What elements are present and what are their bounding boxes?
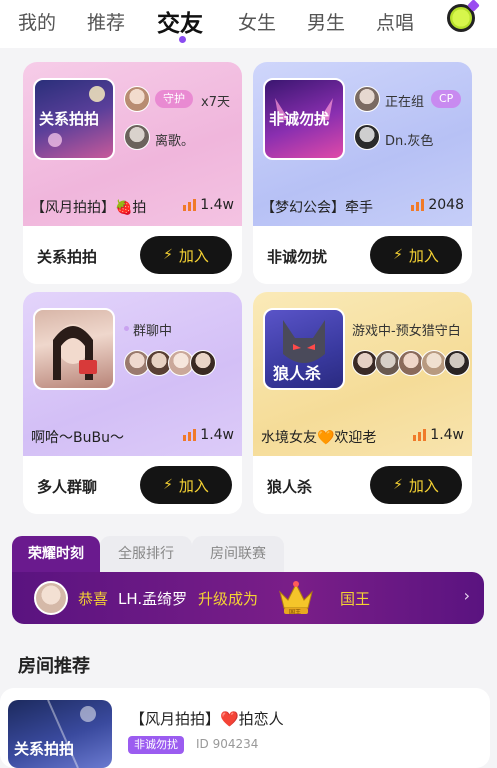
honor-announcement[interactable]: 恭喜 LH.孟绮罗 升级成为 国王 国王 › xyxy=(12,572,484,624)
member-avatar[interactable] xyxy=(354,124,380,150)
room-status: 游戏中-预女猎守白 xyxy=(352,324,461,339)
guard-duration: x7天 xyxy=(201,95,230,110)
heat-bars-icon xyxy=(413,429,427,441)
recommended-room-card[interactable]: 关系拍拍 【风月拍拍】❤️拍恋人 非诚勿扰 ID 904234 xyxy=(0,688,490,768)
member-avatar[interactable] xyxy=(444,350,470,376)
honor-section: 荣耀时刻 全服排行 房间联赛 恭喜 LH.孟绮罗 升级成为 国王 国王 › xyxy=(12,536,484,624)
room-status: 群聊中 xyxy=(133,324,173,339)
member-avatar[interactable] xyxy=(354,86,380,112)
cp-badge: CP xyxy=(431,90,462,108)
tab-make-friends[interactable]: 交友 xyxy=(157,4,203,38)
heat-bars-icon xyxy=(411,199,425,211)
heat-value: 1.4w xyxy=(200,427,234,443)
card-header-area: 狼人杀 游戏中-预女猎守白 水境女友🧡欢迎老 1.4w xyxy=(253,292,472,456)
user-avatar-button[interactable] xyxy=(447,4,475,32)
guard-badge: 守护 xyxy=(155,90,193,108)
room-cover: 关系拍拍 xyxy=(8,700,112,768)
congrats-text: 恭喜 xyxy=(78,590,109,608)
room-heat: 1.4w xyxy=(413,427,464,443)
room-title: 【风月拍拍】❤️拍恋人 xyxy=(130,710,284,728)
bolt-icon: ⚡ xyxy=(393,247,403,263)
section-title: 房间推荐 xyxy=(18,656,90,677)
tab-honor-moments[interactable]: 荣耀时刻 xyxy=(12,536,100,572)
cover-title: 非诚勿扰 xyxy=(269,110,330,128)
room-tag: 非诚勿扰 xyxy=(128,736,184,754)
tab-server-ranking[interactable]: 全服排行 xyxy=(100,536,192,572)
room-type: 关系拍拍 xyxy=(37,248,98,266)
room-type: 多人群聊 xyxy=(37,478,98,496)
heat-bars-icon xyxy=(183,429,197,441)
room-cover: 狼人杀 xyxy=(263,308,345,390)
room-name: 【风月拍拍】🍓拍 xyxy=(31,200,147,216)
room-type: 狼人杀 xyxy=(267,478,313,496)
crown-icon: 国王 xyxy=(276,578,316,616)
top-nav: 我的 推荐 交友 女生 男生 点唱 xyxy=(0,0,497,48)
join-button[interactable]: ⚡ 加入 xyxy=(370,236,462,274)
room-id: ID 904234 xyxy=(196,737,259,751)
heat-value: 2048 xyxy=(428,197,464,213)
active-tab-indicator xyxy=(179,36,186,43)
join-label: 加入 xyxy=(178,246,209,265)
tab-boys[interactable]: 男生 xyxy=(307,8,345,35)
join-label: 加入 xyxy=(178,476,209,495)
upgrade-text: 升级成为 xyxy=(198,590,259,608)
room-cover xyxy=(33,308,115,390)
card-footer: 关系拍拍 ⚡ 加入 xyxy=(23,226,242,284)
crown-label: 国王 xyxy=(289,609,302,616)
card-footer: 非诚勿扰 ⚡ 加入 xyxy=(253,226,472,284)
card-header-area: 群聊中 啊哈～BuBu～ 1.4w xyxy=(23,292,242,456)
cover-title: 关系拍拍 xyxy=(39,110,100,128)
room-type: 非诚勿扰 xyxy=(267,248,328,266)
join-button[interactable]: ⚡ 加入 xyxy=(140,466,232,504)
card-header-area: 非诚勿扰 正在组 CP Dn.灰色 【梦幻公会】牵手 2048 xyxy=(253,62,472,226)
room-name: 水境女友🧡欢迎老 xyxy=(261,430,377,446)
card-footer: 狼人杀 ⚡ 加入 xyxy=(253,456,472,514)
room-heat: 1.4w xyxy=(183,427,234,443)
room-heat: 1.4w xyxy=(183,197,234,213)
rank-title: 国王 xyxy=(340,590,371,608)
tab-girls[interactable]: 女生 xyxy=(238,8,276,35)
room-card-2[interactable]: 非诚勿扰 正在组 CP Dn.灰色 【梦幻公会】牵手 2048 非诚勿扰 ⚡ 加入 xyxy=(253,62,472,284)
card-header-area: 关系拍拍 守护 x7天 离歌。 【风月拍拍】🍓拍 1.4w xyxy=(23,62,242,226)
heat-bars-icon xyxy=(183,199,197,211)
member-name: 离歌。 xyxy=(155,134,195,149)
cover-portrait-icon xyxy=(53,324,97,380)
bolt-icon: ⚡ xyxy=(393,477,403,493)
cover-title: 关系拍拍 xyxy=(14,740,75,758)
tab-song[interactable]: 点唱 xyxy=(376,8,420,35)
room-card-1[interactable]: 关系拍拍 守护 x7天 离歌。 【风月拍拍】🍓拍 1.4w 关系拍拍 ⚡ 加入 xyxy=(23,62,242,284)
room-cover: 非诚勿扰 xyxy=(263,78,345,160)
member-avatar[interactable] xyxy=(124,124,150,150)
join-label: 加入 xyxy=(408,246,439,265)
room-cover: 关系拍拍 xyxy=(33,78,115,160)
room-heat: 2048 xyxy=(411,197,464,213)
room-card-4[interactable]: 狼人杀 游戏中-预女猎守白 水境女友🧡欢迎老 1.4w 狼人杀 ⚡ 加入 xyxy=(253,292,472,514)
bolt-icon: ⚡ xyxy=(163,477,173,493)
member-avatar[interactable] xyxy=(124,86,150,112)
bolt-icon: ⚡ xyxy=(163,247,173,263)
cover-title: 狼人杀 xyxy=(273,364,322,383)
join-button[interactable]: ⚡ 加入 xyxy=(370,466,462,504)
tab-room-league[interactable]: 房间联赛 xyxy=(192,536,284,572)
tab-mine[interactable]: 我的 xyxy=(18,8,56,35)
join-button[interactable]: ⚡ 加入 xyxy=(140,236,232,274)
live-dot xyxy=(124,326,129,331)
heat-value: 1.4w xyxy=(200,197,234,213)
member-avatar[interactable] xyxy=(190,350,216,376)
member-name: Dn.灰色 xyxy=(385,134,434,149)
member-status: 正在组 xyxy=(385,95,425,110)
room-name: 啊哈～BuBu～ xyxy=(31,430,124,446)
winner-name: LH.孟绮罗 xyxy=(118,590,188,608)
heat-value: 1.4w xyxy=(430,427,464,443)
tab-recommend[interactable]: 推荐 xyxy=(87,8,125,35)
join-label: 加入 xyxy=(408,476,439,495)
honor-tabs: 荣耀时刻 全服排行 房间联赛 xyxy=(12,536,484,572)
chevron-right-icon[interactable]: › xyxy=(464,586,470,605)
winner-avatar xyxy=(34,581,68,615)
card-footer: 多人群聊 ⚡ 加入 xyxy=(23,456,242,514)
room-name: 【梦幻公会】牵手 xyxy=(261,200,373,216)
room-card-3[interactable]: 群聊中 啊哈～BuBu～ 1.4w 多人群聊 ⚡ 加入 xyxy=(23,292,242,514)
